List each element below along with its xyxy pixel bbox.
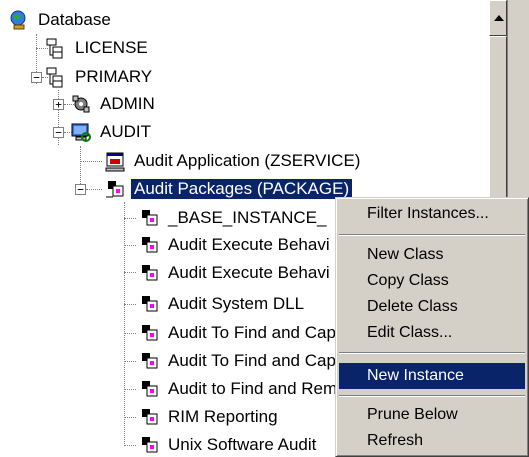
menu-separator [339, 234, 525, 236]
tree-connector [86, 189, 102, 190]
tree-node-icon [45, 37, 67, 59]
tree-connector [124, 245, 136, 246]
tree-item-admin[interactable]: ADMIN [70, 92, 158, 116]
tree-node-icon [45, 66, 67, 88]
tree-item-license[interactable]: LICENSE [45, 36, 151, 60]
expand-toggle-admin[interactable]: + [53, 99, 64, 110]
tree-label: _BASE_INSTANCE_ [168, 208, 327, 227]
tree-item-instance[interactable]: _BASE_INSTANCE_ [138, 206, 329, 230]
package-instance-icon [138, 406, 160, 428]
tree-connector [80, 161, 102, 162]
tree-item-instance[interactable]: Audit Execute Behavi [138, 233, 333, 257]
package-instance-icon [138, 350, 160, 372]
tree-item-instance[interactable]: Audit to Find and Rem [138, 377, 340, 401]
tree-item-instance[interactable]: Audit Execute Behavi [138, 261, 333, 285]
menu-separator [339, 395, 525, 397]
context-menu: Filter Instances... New Class Copy Class… [335, 197, 529, 457]
collapse-toggle-audit-packages[interactable]: − [75, 184, 86, 195]
menu-item-new-instance[interactable]: New Instance [339, 363, 525, 389]
menu-item-refresh[interactable]: Refresh [339, 428, 525, 454]
tree-connector [124, 272, 136, 273]
tree-item-audit-packages[interactable]: Audit Packages (PACKAGE) [104, 177, 354, 201]
menu-item-filter-instances[interactable]: Filter Instances... [339, 201, 525, 227]
tree-label: Audit to Find and Rem [168, 379, 338, 398]
tree-label: Audit Execute Behavi [168, 263, 330, 282]
package-instance-icon [138, 293, 160, 315]
tree-item-instance[interactable]: Unix Software Audit [138, 433, 319, 457]
tree-label: Audit To Find and Cap [168, 351, 336, 370]
tree-connector [124, 389, 136, 390]
tree-label: Database [38, 10, 111, 29]
tree-item-instance[interactable]: Audit To Find and Cap [138, 321, 339, 345]
tree-label: LICENSE [75, 38, 148, 57]
collapse-toggle-audit[interactable]: − [53, 127, 64, 138]
tree-label: Audit To Find and Cap [168, 323, 336, 342]
menu-item-prune-below[interactable]: Prune Below [339, 402, 525, 428]
package-instance-icon [138, 434, 160, 456]
menu-item-edit-class[interactable]: Edit Class... [339, 320, 525, 346]
tree-item-audit[interactable]: AUDIT [70, 120, 154, 144]
tree-item-instance[interactable]: Audit To Find and Cap [138, 349, 339, 373]
package-instance-icon [138, 234, 160, 256]
tree-connector [124, 417, 136, 418]
menu-item-copy-class[interactable]: Copy Class [339, 268, 525, 294]
tree-item-primary[interactable]: PRIMARY [45, 65, 155, 89]
menu-item-new-class[interactable]: New Class [339, 242, 525, 268]
package-instance-icon [138, 207, 160, 229]
tree-connector [124, 218, 136, 219]
application-icon [104, 150, 126, 172]
database-globe-icon [8, 9, 30, 31]
scroll-up-button[interactable] [489, 0, 507, 36]
tree-item-instance[interactable]: RIM Reporting [138, 405, 281, 429]
tree-label: Audit Execute Behavi [168, 235, 330, 254]
audit-monitor-icon [70, 121, 92, 143]
tree-label: Audit Packages (PACKAGE) [129, 178, 354, 200]
tree-connector [124, 333, 136, 334]
tree-root-database[interactable]: Database [8, 8, 114, 32]
menu-separator [339, 352, 525, 354]
package-instance-icon [138, 378, 160, 400]
tree-item-audit-application[interactable]: Audit Application (ZSERVICE) [104, 149, 363, 173]
menu-item-delete-class[interactable]: Delete Class [339, 294, 525, 320]
collapse-toggle-primary[interactable]: − [31, 72, 42, 83]
tree-label: AUDIT [100, 122, 151, 141]
tree-connector [124, 304, 136, 305]
tree-label: Unix Software Audit [168, 435, 317, 454]
tree-label: ADMIN [100, 94, 155, 113]
tree-label: Audit Application (ZSERVICE) [134, 151, 361, 170]
package-icon [104, 178, 126, 200]
tree-connector [124, 361, 136, 362]
tree-connector [124, 445, 136, 446]
package-instance-icon [138, 262, 160, 284]
tree-item-instance[interactable]: Audit System DLL [138, 292, 307, 316]
admin-tools-icon [70, 93, 92, 115]
tree-label: PRIMARY [75, 67, 153, 86]
tree-label: Audit System DLL [168, 294, 305, 313]
tree-label: RIM Reporting [168, 407, 278, 426]
package-instance-icon [138, 322, 160, 344]
tree-connector [124, 202, 125, 446]
